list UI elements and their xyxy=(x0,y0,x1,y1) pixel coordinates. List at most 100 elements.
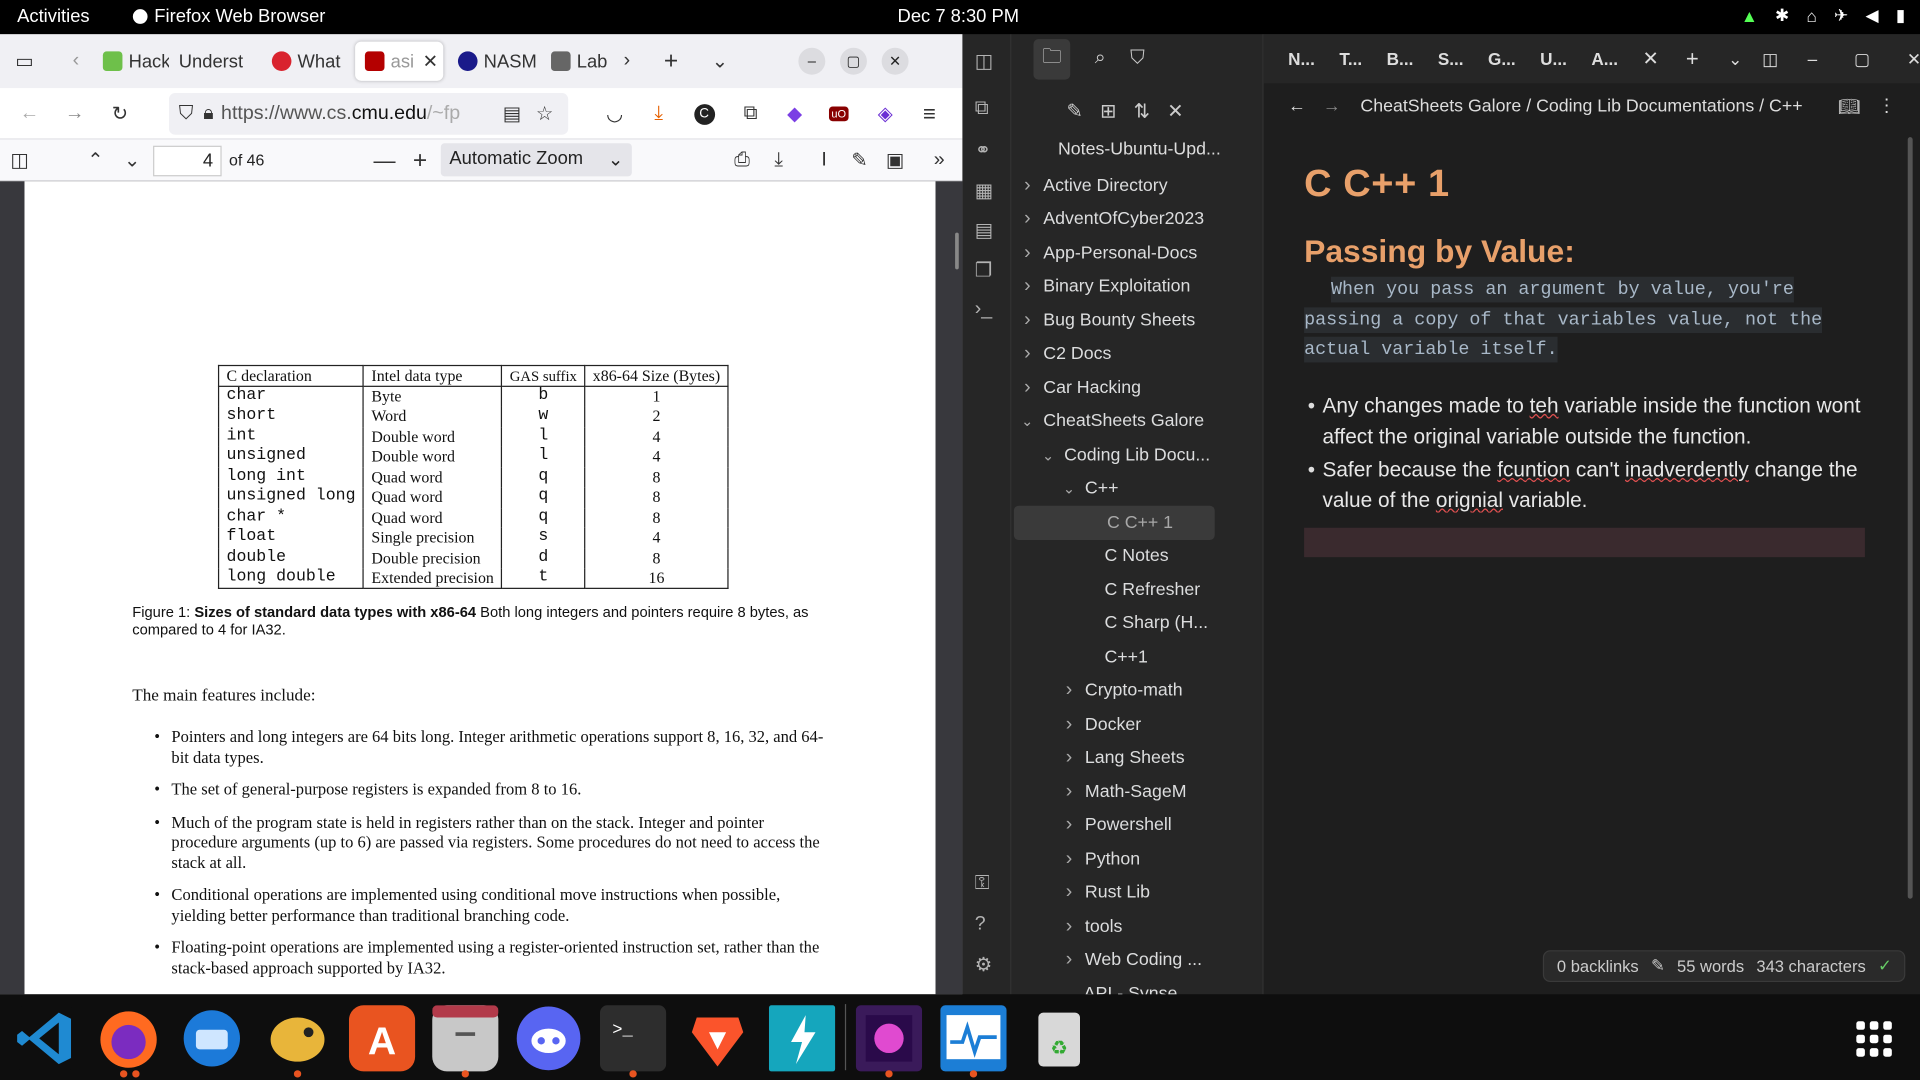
backlinks-count[interactable]: 0 backlinks xyxy=(1557,957,1639,975)
files-tab-icon[interactable]: 🗀︎ xyxy=(1033,38,1071,79)
collapse-all-icon[interactable]: ✕ xyxy=(1167,99,1183,123)
brave-icon[interactable] xyxy=(684,1005,750,1071)
editor-tab[interactable]: N... xyxy=(1288,49,1315,69)
list-tabs-icon[interactable]: ⌄ xyxy=(703,44,737,78)
close-window-button[interactable]: ✕ xyxy=(881,47,909,75)
terminal-icon[interactable]: >_ xyxy=(600,1005,667,1072)
settings-gear-icon[interactable]: ⚙ xyxy=(975,953,999,977)
tab-what[interactable]: What xyxy=(262,42,350,81)
tab-active[interactable]: asi ✕ xyxy=(355,41,444,81)
tree-folder[interactable]: ⌄ CheatSheets Galore xyxy=(1011,405,1263,439)
reload-icon[interactable]: ↻ xyxy=(103,97,137,131)
tree-folder[interactable]: › AdventOfCyber2023 xyxy=(1011,203,1263,237)
tree-folder[interactable]: ⌄ C++ xyxy=(1011,472,1263,506)
lock-icon[interactable]: 🔒︎ xyxy=(203,103,213,125)
note-content[interactable]: C C++ 1 Passing by Value: When you pass … xyxy=(1304,162,1867,557)
tree-folder[interactable]: › Docker xyxy=(1011,708,1263,742)
tree-folder[interactable]: › Car Hacking xyxy=(1011,371,1263,405)
split-view-icon[interactable]: ◫ xyxy=(1762,48,1778,69)
extension-c-icon[interactable]: C xyxy=(687,97,721,131)
tree-folder[interactable]: › Binary Exploitation xyxy=(1011,270,1263,304)
editor-tab[interactable]: B... xyxy=(1387,49,1414,69)
system-tray[interactable]: ▲ ✱ ⌂ ✈ ◀ ▮ xyxy=(1741,5,1905,26)
trash-icon[interactable]: ♻ xyxy=(1026,1005,1092,1071)
tree-file[interactable]: C Notes xyxy=(1011,539,1263,573)
tree-folder[interactable]: › Math-SageM xyxy=(1011,775,1263,809)
tree-folder[interactable]: › C2 Docs xyxy=(1011,337,1263,371)
view-tabs-icon[interactable]: ▭ xyxy=(7,44,41,78)
reading-view-icon[interactable]: 📖︎ xyxy=(1838,96,1861,117)
sort-icon[interactable]: ⇅ xyxy=(1134,99,1150,123)
sidebar-toggle-icon[interactable]: ◫ xyxy=(2,143,36,177)
ghidra-icon[interactable] xyxy=(264,1005,330,1071)
sync-check-icon[interactable]: ✓ xyxy=(1878,956,1892,976)
templates-icon[interactable]: ❐ xyxy=(975,258,999,282)
pdf-viewer[interactable]: C declaration Intel data type GAS suffix… xyxy=(0,181,963,995)
next-page-icon[interactable]: ⌄ xyxy=(115,143,149,177)
tree-folder[interactable]: › Lang Sheets xyxy=(1011,741,1263,775)
tree-file[interactable]: C++1 xyxy=(1011,640,1263,674)
maximize-button[interactable]: ▢ xyxy=(1854,48,1870,69)
page-number-input[interactable]: 4 xyxy=(153,145,222,177)
tab-scroll-right-icon[interactable]: › xyxy=(610,44,644,78)
tree-folder[interactable]: › tools xyxy=(1011,910,1263,944)
print-icon[interactable]: ⎙ xyxy=(725,143,759,177)
game-icon[interactable] xyxy=(855,1005,923,1072)
tab-lab[interactable]: Lab xyxy=(541,42,610,81)
more-options-icon[interactable]: ⋮ xyxy=(1878,97,1896,117)
pdf-scrollbar[interactable] xyxy=(955,232,959,270)
tree-folder[interactable]: › Crypto-math xyxy=(1011,674,1263,708)
zoom-out-icon[interactable]: — xyxy=(367,143,401,177)
edit-icon[interactable]: ✎ xyxy=(1651,956,1665,976)
extension-badge-icon[interactable]: ◈ xyxy=(868,97,902,131)
text-tool-icon[interactable]: I xyxy=(807,143,841,177)
url-bar[interactable]: ⛉ 🔒︎ https://www.cs.cmu.edu/~fp ▤ ☆ xyxy=(168,93,569,135)
vault-name[interactable]: Notes-Ubuntu-Upd... xyxy=(1058,140,1221,160)
app-menu[interactable]: Firefox Web Browser xyxy=(132,6,325,27)
save-icon[interactable]: ⤓ xyxy=(762,143,796,177)
bookmarks-icon[interactable]: ⛉ xyxy=(1130,48,1145,70)
draw-icon[interactable]: ✎ xyxy=(842,143,876,177)
tree-file[interactable]: C Refresher xyxy=(1011,573,1263,607)
downloads-icon[interactable]: ⤓ xyxy=(642,97,676,131)
pocket-icon[interactable]: ◡ xyxy=(598,97,632,131)
tree-file[interactable]: C Sharp (H... xyxy=(1011,607,1263,641)
editor-tab[interactable]: T... xyxy=(1339,49,1362,69)
software-center-icon[interactable]: A xyxy=(348,1005,416,1072)
graph-view-icon[interactable]: ⚭ xyxy=(975,138,999,162)
previous-page-icon[interactable]: ⌃ xyxy=(78,143,112,177)
tree-folder[interactable]: › Web Coding ... xyxy=(1011,943,1263,977)
thunderbird-icon[interactable] xyxy=(179,1005,245,1071)
editor-tab[interactable]: S... xyxy=(1438,49,1464,69)
open-quick-switcher-icon[interactable]: ⧉ xyxy=(975,98,999,122)
tab-hack[interactable]: Hack xyxy=(93,42,169,81)
clock[interactable]: Dec 7 8:30 PM xyxy=(898,6,1019,27)
extensions-puzzle-icon[interactable]: ⧉ xyxy=(733,97,767,131)
discord-icon[interactable] xyxy=(516,1005,582,1071)
tree-folder[interactable]: › App-Personal-Docs xyxy=(1011,236,1263,270)
zoom-in-icon[interactable]: + xyxy=(403,143,437,177)
tracking-shield-icon[interactable]: ⛉ xyxy=(179,103,194,125)
zoom-select[interactable]: Automatic Zoom ⌄ xyxy=(440,143,632,177)
active-line[interactable] xyxy=(1304,527,1865,557)
tree-folder[interactable]: › Python xyxy=(1011,842,1263,876)
new-tab-icon[interactable]: + xyxy=(654,44,688,78)
extension-purple-icon[interactable]: ◆ xyxy=(778,97,812,131)
app-grid-icon[interactable] xyxy=(1840,1005,1906,1071)
help-icon[interactable]: ? xyxy=(975,913,999,937)
close-window-button[interactable]: ✕ xyxy=(1907,48,1920,69)
tree-file[interactable]: C C++ 1 xyxy=(1013,505,1215,540)
tab-nasm[interactable]: NASM xyxy=(448,42,541,81)
close-tab-icon[interactable]: ✕ xyxy=(423,50,438,72)
new-note-icon[interactable]: ✎ xyxy=(1067,99,1083,123)
bookmark-star-icon[interactable]: ☆ xyxy=(536,102,554,126)
tree-folder[interactable]: › Active Directory xyxy=(1011,169,1263,203)
tab-understand[interactable]: Underst xyxy=(169,42,262,81)
files-icon[interactable] xyxy=(432,1005,499,1072)
vault-switcher-icon[interactable]: ⚿ xyxy=(975,873,999,897)
system-monitor-icon[interactable] xyxy=(940,1005,1007,1072)
tree-folder[interactable]: › Bug Bounty Sheets xyxy=(1011,304,1263,338)
vscode-icon[interactable] xyxy=(12,1005,79,1072)
back-icon[interactable]: ← xyxy=(1288,97,1306,117)
new-folder-icon[interactable]: ⊞ xyxy=(1100,99,1116,123)
